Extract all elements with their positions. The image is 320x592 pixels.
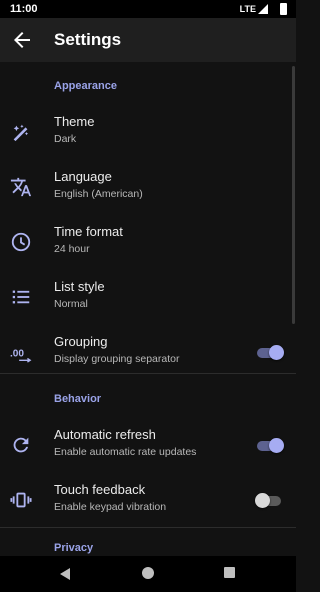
section-header-appearance: Appearance bbox=[54, 80, 117, 92]
setting-language[interactable]: Language English (American) bbox=[0, 161, 296, 216]
refresh-icon bbox=[10, 434, 32, 456]
section-divider bbox=[0, 527, 296, 528]
setting-touch-feedback[interactable]: Touch feedback Enable keypad vibration bbox=[0, 474, 296, 529]
status-time: 11:00 bbox=[10, 3, 38, 15]
section-header-privacy: Privacy bbox=[54, 542, 94, 554]
setting-summary: Display grouping separator bbox=[54, 353, 180, 365]
vibration-icon bbox=[10, 489, 32, 511]
setting-label: Time format bbox=[54, 224, 123, 239]
decimal-icon: .00 bbox=[10, 341, 32, 363]
setting-list-style[interactable]: List style Normal bbox=[0, 271, 296, 326]
page-title: Settings bbox=[54, 30, 122, 49]
setting-label: Language bbox=[54, 169, 112, 184]
toggle-thumb bbox=[269, 345, 284, 360]
setting-summary: Enable automatic rate updates bbox=[54, 446, 197, 458]
automatic-refresh-toggle[interactable] bbox=[256, 438, 284, 454]
navigation-bar bbox=[0, 556, 296, 592]
translate-icon bbox=[10, 176, 32, 198]
setting-summary: English (American) bbox=[54, 188, 143, 200]
setting-summary: 24 hour bbox=[54, 243, 90, 255]
section-header-behavior: Behavior bbox=[54, 393, 102, 405]
toggle-thumb bbox=[269, 438, 284, 453]
setting-label: Touch feedback bbox=[54, 482, 146, 497]
signal-icon bbox=[258, 4, 268, 14]
toggle-thumb bbox=[255, 493, 270, 508]
back-arrow-icon[interactable] bbox=[10, 28, 34, 52]
setting-label: Grouping bbox=[54, 334, 108, 349]
setting-automatic-refresh[interactable]: Automatic refresh Enable automatic rate … bbox=[0, 419, 296, 474]
section-divider bbox=[0, 373, 296, 374]
battery-icon bbox=[280, 3, 287, 15]
list-icon bbox=[10, 286, 32, 308]
grouping-toggle[interactable] bbox=[256, 345, 284, 361]
setting-time-format[interactable]: Time format 24 hour bbox=[0, 216, 296, 271]
nav-home-icon[interactable] bbox=[142, 567, 154, 579]
setting-summary: Enable keypad vibration bbox=[54, 501, 167, 513]
svg-text:.00: .00 bbox=[10, 349, 24, 360]
setting-label: Theme bbox=[54, 114, 95, 129]
setting-theme[interactable]: Theme Dark bbox=[0, 106, 296, 161]
setting-summary: Normal bbox=[54, 298, 88, 310]
nav-back-icon[interactable] bbox=[58, 567, 72, 581]
settings-list[interactable]: Appearance Theme Dark Language English (… bbox=[0, 62, 296, 556]
status-bar: 11:00 LTE bbox=[0, 0, 296, 18]
touch-feedback-toggle[interactable] bbox=[255, 493, 282, 509]
setting-label: List style bbox=[54, 279, 105, 294]
theme-icon bbox=[10, 121, 32, 143]
clock-icon bbox=[10, 231, 32, 253]
app-bar: Settings bbox=[0, 18, 296, 62]
setting-summary: Dark bbox=[54, 133, 77, 145]
nav-recents-icon[interactable] bbox=[224, 567, 235, 578]
network-type: LTE bbox=[239, 4, 256, 14]
setting-label: Automatic refresh bbox=[54, 427, 156, 442]
